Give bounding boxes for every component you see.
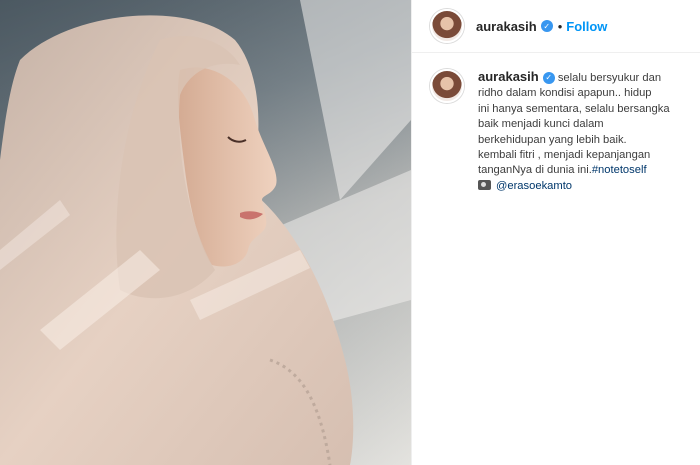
caption-line-6: kembali fitri , menjadi kepanjangan [478,149,651,162]
post-photo[interactable] [0,0,411,465]
post-side-panel: aurakasih ✓ • Follow aurakasih ✓ selalu b… [411,0,700,465]
caption-username[interactable]: aurakasih [478,69,539,84]
header-separator: • [557,18,563,34]
caption-text: aurakasih ✓ selalu bersyukur dan ridho da… [478,69,683,194]
caption-line-1: selalu bersyukur dan [557,72,662,84]
caption-line-4: baik menjadi kunci dalam [478,118,604,131]
follow-button[interactable]: Follow [566,19,607,34]
author-avatar[interactable] [430,9,464,43]
caption-comment: aurakasih ✓ selalu bersyukur dan ridho da… [412,53,700,194]
header-username[interactable]: aurakasih [476,19,537,34]
hashtag-link[interactable]: #notetoself [592,164,647,176]
verified-badge-icon: ✓ [540,20,553,32]
caption-author-avatar[interactable] [430,69,464,103]
caption-verified-badge-icon: ✓ [542,72,555,85]
caption-line-2: ridho dalam kondisi apapun.. hidup [478,87,652,100]
post-header: aurakasih ✓ • Follow [412,0,700,53]
caption-line-3: ini hanya sementara, selalu bersangka [478,102,670,115]
camera-icon [478,179,491,190]
woman-hijab-photo [0,0,411,465]
photo-credit-mention[interactable]: @erasoekamto [496,180,572,192]
caption-line-7: tanganNya di dunia ini. [478,164,592,177]
caption-line-5: berkehidupan yang lebih baik. [478,133,627,146]
instagram-post: aurakasih ✓ • Follow aurakasih ✓ selalu b… [0,0,700,465]
